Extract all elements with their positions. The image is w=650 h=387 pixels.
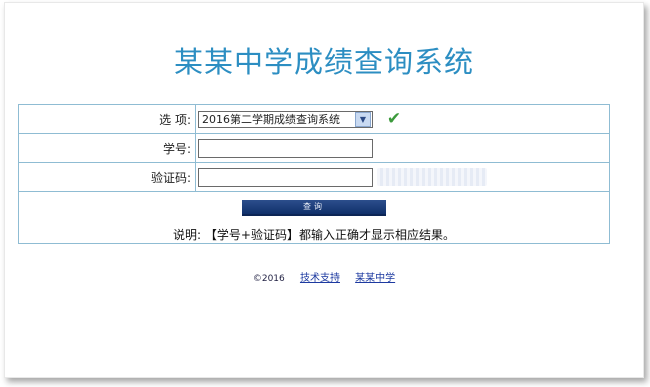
captcha-label: 验证码: [18,162,196,192]
copyright-text: ©2016 [252,274,285,284]
student-id-row: 学号: [18,133,610,163]
term-select-value: 2016第二学期成绩查询系统 [202,113,340,126]
tech-support-link[interactable]: 技术支持 [300,273,340,284]
query-button[interactable]: 查询 [242,200,386,216]
page-title: 某某中学成绩查询系统 [173,45,474,79]
option-row: 选 项: 2016第二学期成绩查询系统 ▼ ✔ [18,104,610,134]
checkmark-icon: ✔ [386,109,402,129]
student-id-label: 学号: [18,133,196,163]
chevron-down-icon[interactable]: ▼ [355,111,371,127]
footer: ©2016 技术支持 某某中学 [5,269,643,284]
captcha-image[interactable] [376,168,487,186]
query-form: 选 项: 2016第二学期成绩查询系统 ▼ ✔ 学号: 验证码: 查询 说明: … [18,104,610,244]
school-link[interactable]: 某某中学 [355,273,395,284]
page-frame: 某某中学成绩查询系统 选 项: 2016第二学期成绩查询系统 ▼ ✔ 学号: 验… [4,2,644,378]
submit-row: 查询 说明: 【学号+验证码】都输入正确才显示相应结果。 [18,191,610,244]
captcha-row: 验证码: [18,162,610,192]
term-select[interactable]: 2016第二学期成绩查询系统 ▼ [198,110,373,128]
option-label: 选 项: [18,104,196,134]
instruction-text: 说明: 【学号+验证码】都输入正确才显示相应结果。 [173,228,455,242]
student-id-input[interactable] [198,138,373,158]
captcha-input[interactable] [198,167,373,187]
